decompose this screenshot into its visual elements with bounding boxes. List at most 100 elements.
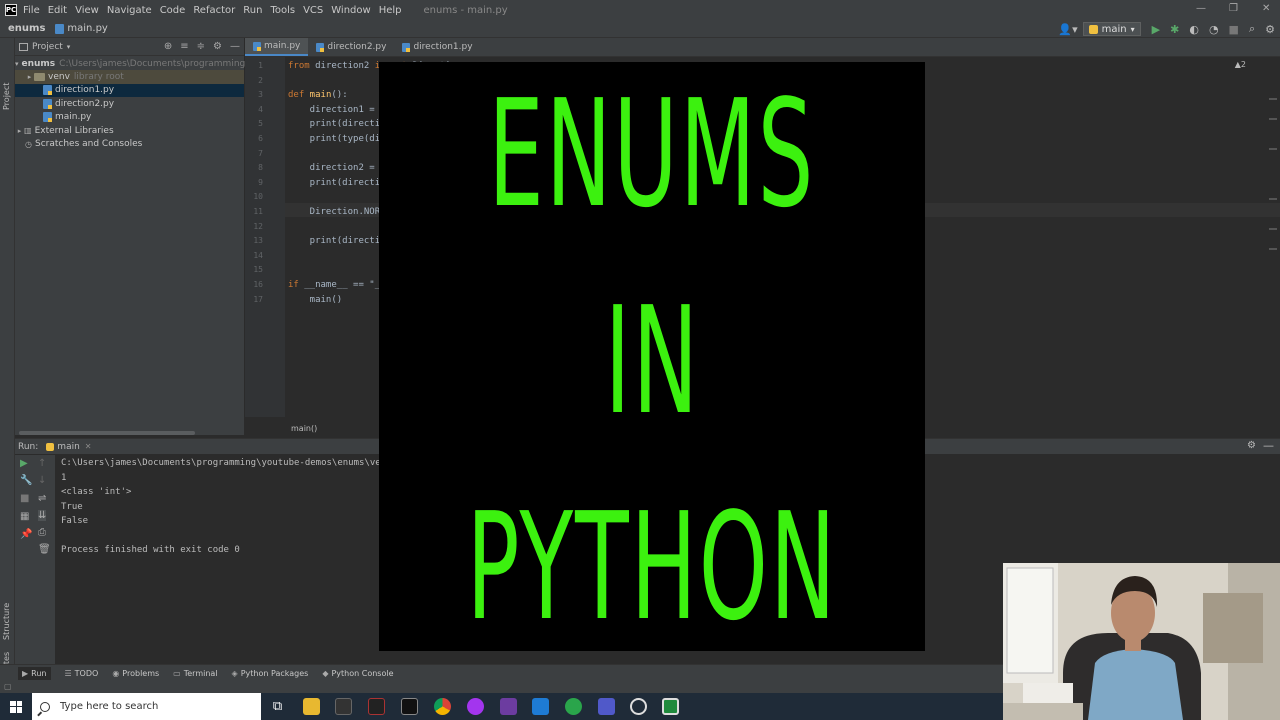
task-view-icon[interactable]: ⧉ (269, 698, 286, 715)
menu-tools[interactable]: Tools (270, 5, 295, 16)
tool-tab-python-console[interactable]: ◆ Python Console (322, 669, 393, 678)
visual-studio-icon[interactable] (500, 698, 517, 715)
gear-icon[interactable]: ⚙ (213, 41, 222, 52)
terminal-app-icon[interactable] (401, 698, 418, 715)
collapse-arrow-icon[interactable]: ▸ (15, 127, 24, 135)
file-explorer-icon[interactable] (303, 698, 320, 715)
hide-icon[interactable]: — (1263, 439, 1274, 452)
close-window-icon[interactable]: ✕ (1262, 3, 1270, 14)
collapse-all-icon[interactable]: ≑ (197, 41, 205, 52)
minimize-window-icon[interactable]: — (1196, 3, 1206, 14)
run-label: Run: (18, 441, 39, 452)
run-tab-main[interactable]: main ✕ (46, 442, 92, 452)
menu-help[interactable]: Help (379, 5, 402, 16)
menu-code[interactable]: Code (160, 5, 186, 16)
app-icon[interactable] (368, 698, 385, 715)
pin-icon[interactable]: 📌 (20, 529, 32, 540)
tree-item-scratches[interactable]: ◷ Scratches and Consoles (15, 137, 244, 150)
run-configuration-select[interactable]: main ▾ (1082, 22, 1141, 36)
run-icon[interactable]: ▶ (1152, 23, 1160, 36)
hide-icon[interactable]: — (230, 41, 240, 52)
tool-tab-label: Run (31, 669, 47, 678)
vscode-icon[interactable] (532, 698, 549, 715)
obs-icon[interactable] (630, 698, 647, 715)
messenger-icon[interactable] (467, 698, 484, 715)
tree-item-venv[interactable]: ▸ venv library root (15, 70, 244, 84)
settings-icon[interactable]: ⚙ (1265, 23, 1275, 36)
code-text: (): (331, 90, 348, 101)
run-configuration-label: main (1101, 23, 1127, 35)
taskbar-search-box[interactable]: Type here to search (32, 693, 261, 720)
user-icon[interactable]: 👤▾ (1058, 23, 1077, 36)
project-panel-title[interactable]: Project (32, 42, 63, 52)
up-arrow-icon[interactable]: ↑ (38, 458, 46, 469)
menu-file[interactable]: File (23, 5, 40, 16)
menu-vcs[interactable]: VCS (303, 5, 323, 16)
locate-icon[interactable]: ⊕ (164, 41, 172, 52)
collapse-arrow-icon[interactable]: ▸ (25, 73, 34, 81)
search-icon[interactable]: ⌕ (1249, 22, 1255, 36)
code-line: print(directi (288, 119, 380, 129)
line-number: 12 (253, 221, 263, 231)
stop-icon[interactable]: ■ (20, 493, 29, 504)
menu-edit[interactable]: Edit (48, 5, 67, 16)
trash-icon[interactable]: 🗑 (38, 544, 51, 555)
close-icon[interactable]: ✕ (85, 442, 92, 451)
print-icon[interactable]: ⎙ (38, 527, 46, 538)
start-button[interactable] (0, 693, 32, 720)
gear-icon[interactable]: ⚙ (1247, 440, 1256, 451)
python-file-icon (43, 85, 52, 96)
tool-tab-python-packages[interactable]: ◈ Python Packages (232, 669, 309, 678)
breadcrumb-file[interactable]: main.py (67, 23, 107, 34)
breadcrumb-project[interactable]: enums (8, 23, 45, 34)
inspection-warnings[interactable]: ▲2 (1235, 60, 1246, 69)
tree-item-direction1[interactable]: direction1.py (15, 83, 244, 98)
menu-run[interactable]: Run (243, 5, 262, 16)
tree-item-root[interactable]: ▾ enums C:\Users\james\Documents\program… (15, 57, 274, 70)
code-text: print(directi (288, 119, 381, 130)
restore-window-icon[interactable]: ❐ (1229, 3, 1238, 14)
horizontal-scrollbar[interactable] (19, 431, 195, 435)
expand-all-icon[interactable]: ≡ (180, 41, 188, 52)
debug-icon[interactable]: ✱ (1170, 23, 1179, 36)
venv-folder-name: venv (48, 72, 70, 83)
tool-tab-todo[interactable]: ☰ TODO (65, 669, 99, 678)
layout-icon[interactable]: ▦ (20, 511, 29, 522)
app-icon[interactable] (335, 698, 352, 715)
wrench-icon[interactable]: 🔧 (20, 475, 32, 486)
chevron-down-icon[interactable]: ▾ (67, 43, 71, 51)
structure-tool-tab[interactable]: Structure (2, 603, 11, 640)
teams-icon[interactable] (598, 698, 615, 715)
menu-view[interactable]: View (75, 5, 99, 16)
down-arrow-icon[interactable]: ↓ (38, 475, 46, 486)
tool-tab-terminal[interactable]: ▭ Terminal (173, 669, 217, 678)
tab-label: main.py (264, 41, 301, 51)
python-file-icon (316, 42, 325, 52)
status-icon[interactable]: ▢ (4, 682, 12, 691)
expand-arrow-icon[interactable]: ▾ (15, 60, 19, 68)
project-tool-tab[interactable]: Project (2, 83, 11, 110)
tab-direction2-py[interactable]: direction2.py (308, 38, 394, 56)
tool-tab-run[interactable]: ▶ Run (18, 667, 51, 680)
pycharm-taskbar-icon[interactable] (662, 698, 679, 715)
whatsapp-icon[interactable] (565, 698, 582, 715)
tool-tab-problems[interactable]: ◉ Problems (112, 669, 159, 678)
breadcrumb-function[interactable]: main() (291, 424, 317, 433)
editor-scrollbar[interactable] (1268, 58, 1278, 418)
tree-item-direction2[interactable]: direction2.py (15, 97, 244, 110)
chrome-icon[interactable] (434, 698, 451, 715)
menu-refactor[interactable]: Refactor (193, 5, 235, 16)
scroll-to-end-icon[interactable]: ⇊ (38, 510, 47, 521)
coverage-icon[interactable]: ◐ (1189, 23, 1199, 36)
menu-window[interactable]: Window (331, 5, 370, 16)
stop-icon[interactable]: ■ (1229, 23, 1239, 36)
rerun-icon[interactable]: ▶ (20, 458, 28, 469)
profile-icon[interactable]: ◔ (1209, 23, 1219, 36)
code-line: direction1 = (288, 105, 375, 115)
tree-item-main[interactable]: main.py (15, 111, 244, 124)
soft-wrap-icon[interactable]: ⇌ (38, 493, 46, 504)
tree-item-external-libraries[interactable]: ▸ ▥ External Libraries (15, 124, 244, 137)
tab-direction1-py[interactable]: direction1.py (394, 38, 480, 56)
menu-navigate[interactable]: Navigate (107, 5, 152, 16)
tab-main-py[interactable]: main.py (245, 38, 309, 56)
